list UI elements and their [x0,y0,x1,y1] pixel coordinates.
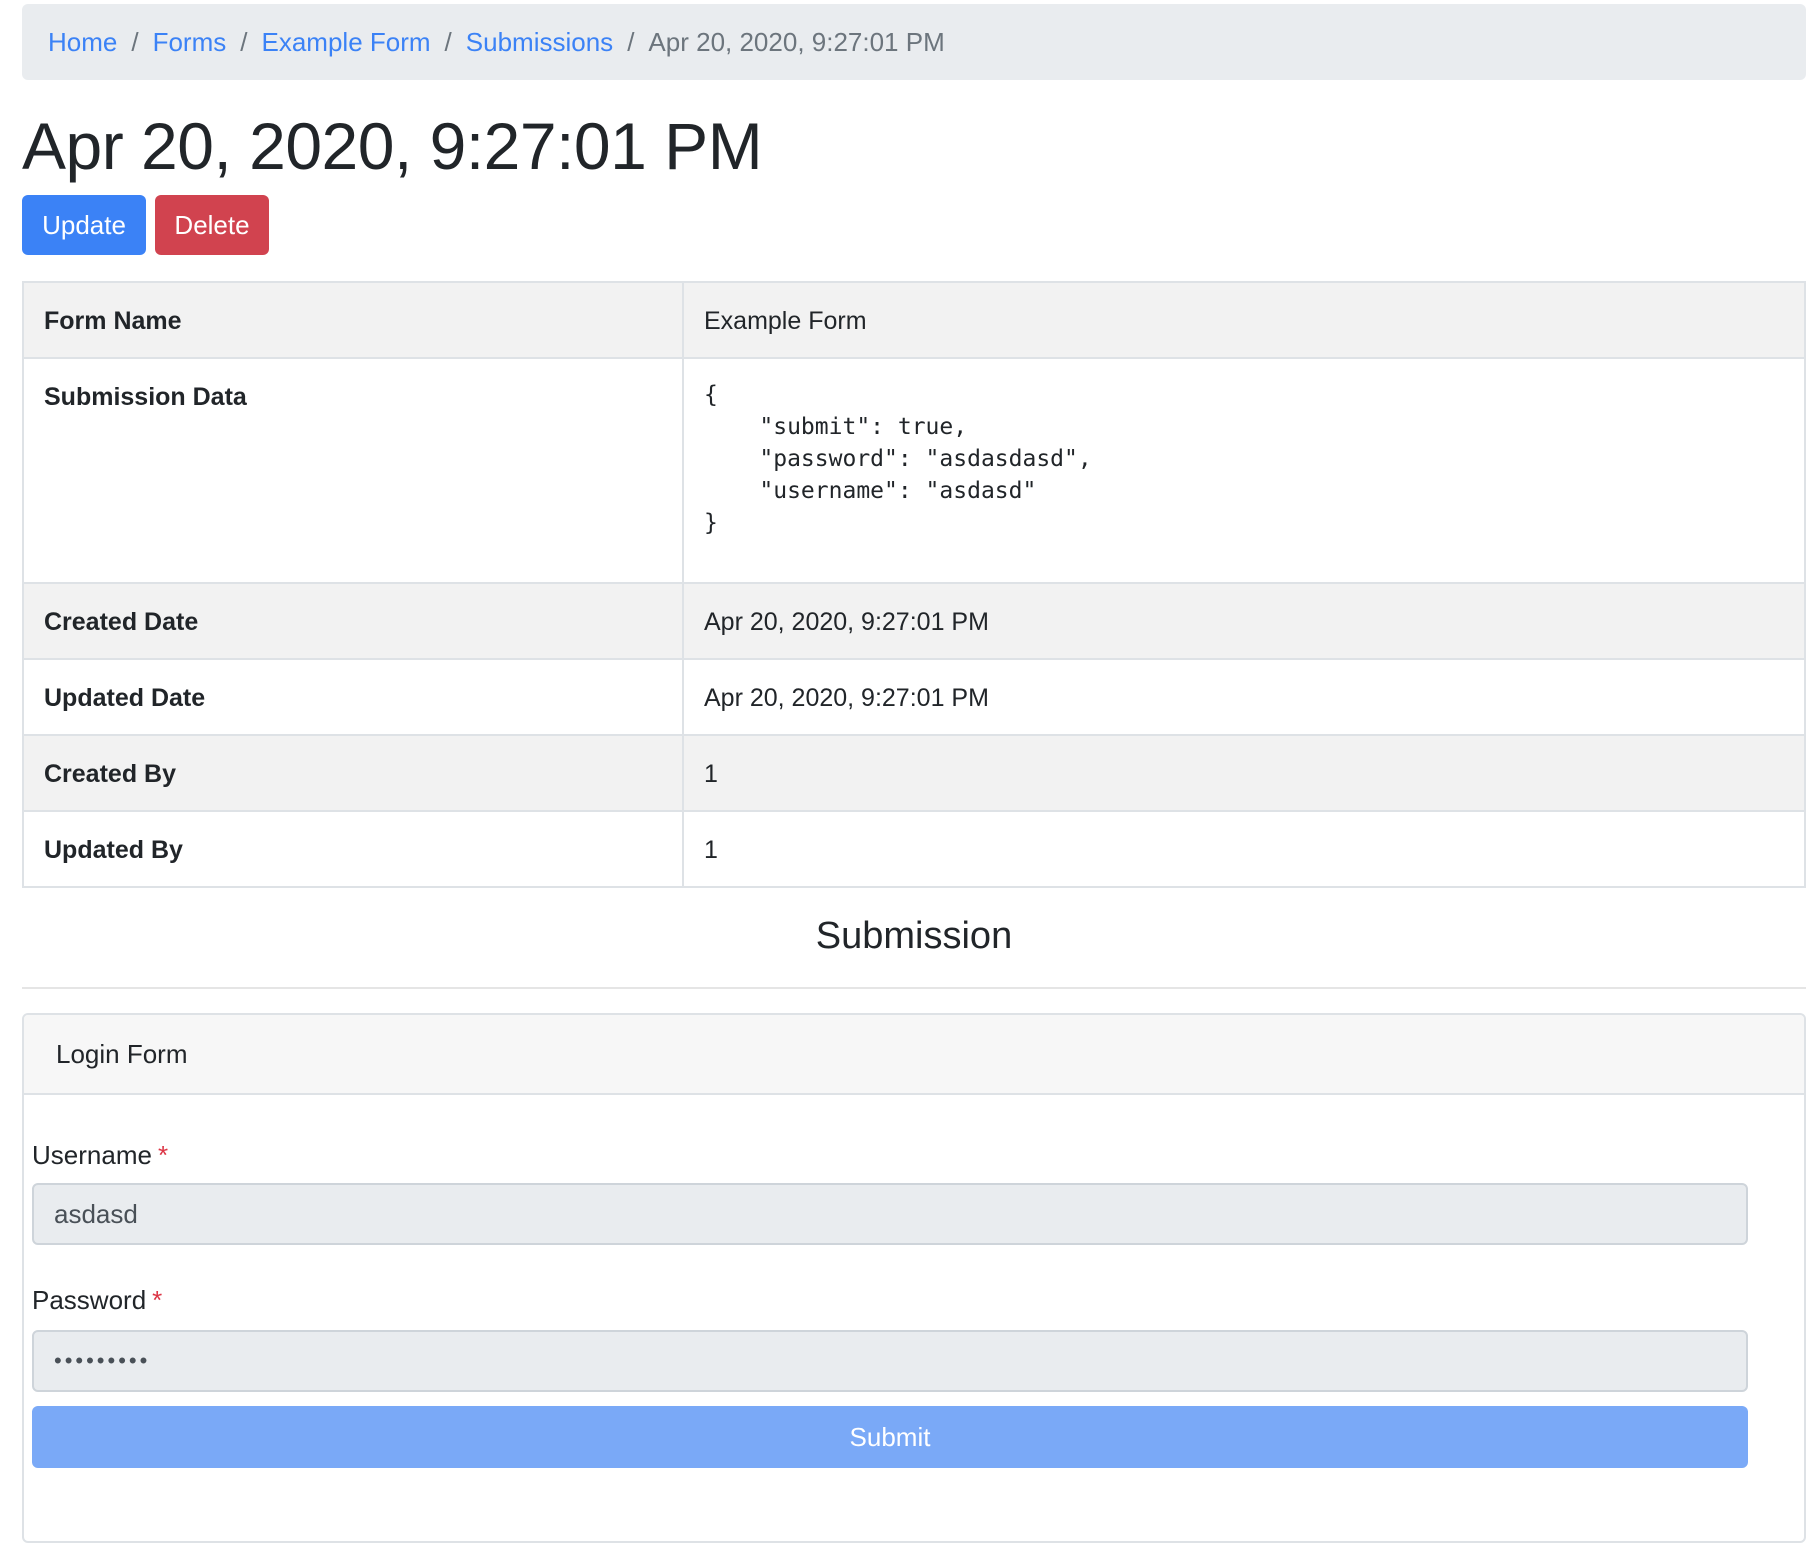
table-row: Created Date Apr 20, 2020, 9:27:01 PM [22,582,1806,660]
username-label-text: Username [32,1140,152,1170]
password-label: Password * [32,1285,162,1316]
row-label: Updated By [22,810,684,888]
row-label: Form Name [22,281,684,359]
table-row: Submission Data { "submit": true, "passw… [22,357,1806,584]
table-row: Updated Date Apr 20, 2020, 9:27:01 PM [22,658,1806,736]
row-value: { "submit": true, "password": "asdasdasd… [682,357,1806,584]
table-row: Form Name Example Form [22,281,1806,359]
username-label: Username * [32,1140,168,1171]
breadcrumb: Home / Forms / Example Form / Submission… [22,4,1806,80]
submission-details-table: Form Name Example Form Submission Data {… [22,281,1806,888]
table-row: Updated By 1 [22,810,1806,888]
row-label: Submission Data [22,357,684,584]
required-marker: * [157,1140,169,1170]
update-button[interactable]: Update [22,195,146,255]
page-title: Apr 20, 2020, 9:27:01 PM [22,109,763,183]
breadcrumb-separator: / [444,26,452,57]
row-value: 1 [682,810,1806,888]
breadcrumb-current: Apr 20, 2020, 9:27:01 PM [648,26,945,57]
username-input-value: asdasd [54,1198,138,1229]
required-marker: * [152,1285,163,1315]
delete-button[interactable]: Delete [155,195,269,255]
row-label: Updated Date [22,658,684,736]
breadcrumb-home-link[interactable]: Home [48,27,117,58]
row-value: Apr 20, 2020, 9:27:01 PM [682,582,1806,660]
breadcrumb-submissions-link[interactable]: Submissions [466,27,613,58]
divider [22,987,1806,989]
breadcrumb-forms-link[interactable]: Forms [153,27,227,58]
password-input[interactable]: ••••••••• [32,1330,1748,1392]
row-value: Example Form [682,281,1806,359]
row-label: Created Date [22,582,684,660]
username-input[interactable]: asdasd [32,1183,1748,1245]
breadcrumb-example-form-link[interactable]: Example Form [262,27,431,58]
table-row: Created By 1 [22,734,1806,812]
submission-heading: Submission [815,915,1013,957]
submission-data-json: { "submit": true, "password": "asdasdasd… [704,382,1092,536]
password-input-value: ••••••••• [54,1348,151,1373]
row-label: Created By [22,734,684,812]
password-label-text: Password [32,1285,147,1315]
submit-button[interactable]: Submit [32,1406,1748,1468]
card-header: Login Form [24,1015,1804,1095]
breadcrumb-separator: / [627,26,635,57]
breadcrumb-separator: / [240,26,248,57]
row-value: 1 [682,734,1806,812]
row-value: Apr 20, 2020, 9:27:01 PM [682,658,1806,736]
breadcrumb-separator: / [131,26,139,57]
